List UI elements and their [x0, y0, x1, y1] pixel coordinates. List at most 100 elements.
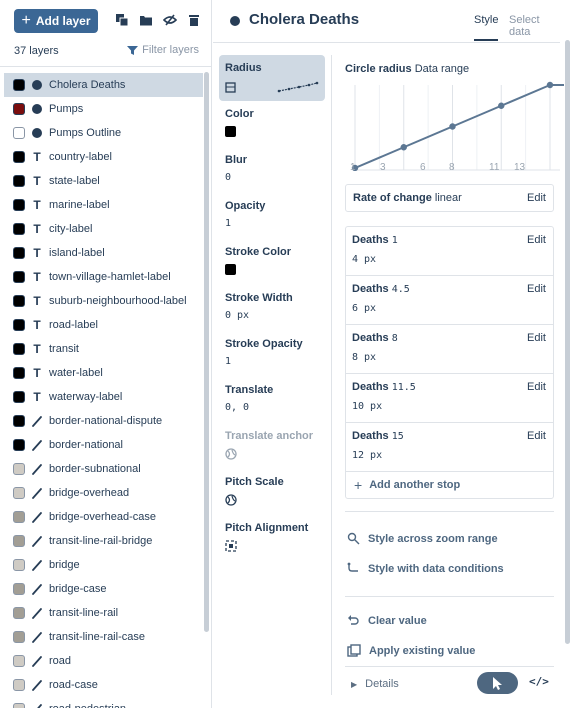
add-layer-button[interactable]: + Add layer — [14, 9, 98, 33]
visibility-toggle[interactable] — [13, 559, 25, 571]
visibility-toggle[interactable] — [13, 415, 25, 427]
visibility-toggle[interactable] — [13, 655, 25, 667]
visibility-toggle[interactable] — [13, 199, 25, 211]
edit-rate-button[interactable]: Edit — [527, 192, 546, 204]
code-view-button[interactable]: </> — [529, 675, 549, 691]
layer-row[interactable]: road-case — [4, 673, 203, 697]
visibility-toggle[interactable] — [13, 631, 25, 643]
property-radius[interactable]: Radius — [219, 55, 325, 101]
visibility-toggle[interactable] — [13, 247, 25, 259]
viewport-icon — [225, 540, 319, 554]
visibility-toggle[interactable] — [13, 583, 25, 595]
layer-row[interactable]: Ttransit — [4, 337, 203, 361]
folder-icon[interactable] — [139, 13, 153, 27]
layer-row[interactable]: Tmarine-label — [4, 193, 203, 217]
stop-row: Deaths 4.5 Edit 6 px — [346, 276, 553, 325]
visibility-toggle[interactable] — [13, 103, 25, 115]
pointer-mode-button[interactable] — [477, 672, 518, 694]
duplicate-layer-icon[interactable] — [115, 13, 129, 27]
layer-row[interactable]: bridge-overhead-case — [4, 505, 203, 529]
layer-row[interactable]: Tcity-label — [4, 217, 203, 241]
visibility-toggle[interactable] — [13, 391, 25, 403]
property-translate[interactable]: Translate 0, 0 — [219, 377, 325, 423]
edit-stop-button[interactable]: Edit — [527, 430, 546, 442]
layer-row[interactable]: Tisland-label — [4, 241, 203, 265]
visibility-toggle[interactable] — [13, 487, 25, 499]
editor-scrollbar[interactable] — [565, 40, 570, 644]
layer-list-scrollbar[interactable] — [204, 72, 209, 632]
rate-of-change[interactable]: Rate of change linear Edit — [345, 184, 554, 212]
tab-select-data[interactable]: Select data — [509, 14, 560, 38]
visibility-toggle[interactable] — [13, 127, 25, 139]
visibility-toggle[interactable] — [13, 439, 25, 451]
visibility-toggle[interactable] — [13, 463, 25, 475]
tab-style[interactable]: Style — [474, 14, 499, 41]
layer-name: town-village-hamlet-label — [49, 271, 171, 283]
visibility-toggle[interactable] — [13, 223, 25, 235]
color-swatch — [225, 264, 319, 278]
property-pitch-alignment[interactable]: Pitch Alignment — [219, 515, 325, 561]
edit-stop-button[interactable]: Edit — [527, 381, 546, 393]
hide-layer-icon[interactable] — [163, 13, 177, 27]
visibility-toggle[interactable] — [13, 703, 25, 708]
layer-row[interactable]: border-national — [4, 433, 203, 457]
details-toggle[interactable]: ▶ Details — [351, 678, 399, 690]
property-stroke-width[interactable]: Stroke Width 0 px — [219, 285, 325, 331]
rate-value: linear — [434, 192, 462, 204]
property-pitch-scale[interactable]: Pitch Scale — [219, 469, 325, 515]
property-stroke-opacity[interactable]: Stroke Opacity 1 — [219, 331, 325, 377]
layer-row[interactable]: Tsuburb-neighbourhood-label — [4, 289, 203, 313]
visibility-toggle[interactable] — [13, 271, 25, 283]
layer-row[interactable]: transit-line-rail-bridge — [4, 529, 203, 553]
layer-row[interactable]: Cholera Deaths — [4, 73, 203, 97]
layer-row[interactable]: Twater-label — [4, 361, 203, 385]
data-conditions-button[interactable]: Style with data conditions — [347, 562, 504, 575]
visibility-toggle[interactable] — [13, 319, 25, 331]
visibility-toggle[interactable] — [13, 295, 25, 307]
visibility-toggle[interactable] — [13, 535, 25, 547]
layer-row[interactable]: bridge — [4, 553, 203, 577]
layer-row[interactable]: Pumps — [4, 97, 203, 121]
circle-icon — [31, 127, 43, 139]
edit-stop-button[interactable]: Edit — [527, 283, 546, 295]
visibility-toggle[interactable] — [13, 367, 25, 379]
apply-existing-button[interactable]: Apply existing value — [347, 644, 475, 657]
property-opacity[interactable]: Opacity 1 — [219, 193, 325, 239]
edit-stop-button[interactable]: Edit — [527, 332, 546, 344]
layer-row[interactable]: Pumps Outline — [4, 121, 203, 145]
layer-row[interactable]: bridge-overhead — [4, 481, 203, 505]
layer-row[interactable]: road-pedestrian — [4, 697, 203, 708]
edit-stop-button[interactable]: Edit — [527, 234, 546, 246]
layer-row[interactable]: transit-line-rail-case — [4, 625, 203, 649]
layer-name: transit-line-rail-case — [49, 631, 145, 643]
property-blur[interactable]: Blur 0 — [219, 147, 325, 193]
add-stop-button[interactable]: + Add another stop — [346, 472, 553, 498]
clear-value-button[interactable]: Clear value — [347, 614, 427, 627]
visibility-toggle[interactable] — [13, 175, 25, 187]
layer-row[interactable]: Ttown-village-hamlet-label — [4, 265, 203, 289]
property-translate-anchor[interactable]: Translate anchor — [219, 423, 325, 469]
layer-row[interactable]: road — [4, 649, 203, 673]
layer-name: road-label — [49, 319, 98, 331]
layer-row[interactable]: transit-line-rail — [4, 601, 203, 625]
layer-row[interactable]: Twaterway-label — [4, 385, 203, 409]
layer-row[interactable]: Troad-label — [4, 313, 203, 337]
property-color[interactable]: Color — [219, 101, 325, 147]
layer-row[interactable]: border-subnational — [4, 457, 203, 481]
stop-property: Deaths — [352, 332, 389, 344]
property-stroke-color[interactable]: Stroke Color — [219, 239, 325, 285]
layer-row[interactable]: border-national-dispute — [4, 409, 203, 433]
layer-row[interactable]: bridge-case — [4, 577, 203, 601]
visibility-toggle[interactable] — [13, 151, 25, 163]
zoom-range-button[interactable]: Style across zoom range — [347, 532, 498, 545]
visibility-toggle[interactable] — [13, 79, 25, 91]
filter-layers-button[interactable]: Filter layers — [127, 44, 199, 56]
visibility-toggle[interactable] — [13, 511, 25, 523]
trash-icon[interactable] — [187, 13, 201, 27]
visibility-toggle[interactable] — [13, 679, 25, 691]
visibility-toggle[interactable] — [13, 607, 25, 619]
layer-row[interactable]: Tcountry-label — [4, 145, 203, 169]
rate-label: Rate of change — [353, 192, 432, 204]
layer-row[interactable]: Tstate-label — [4, 169, 203, 193]
visibility-toggle[interactable] — [13, 343, 25, 355]
